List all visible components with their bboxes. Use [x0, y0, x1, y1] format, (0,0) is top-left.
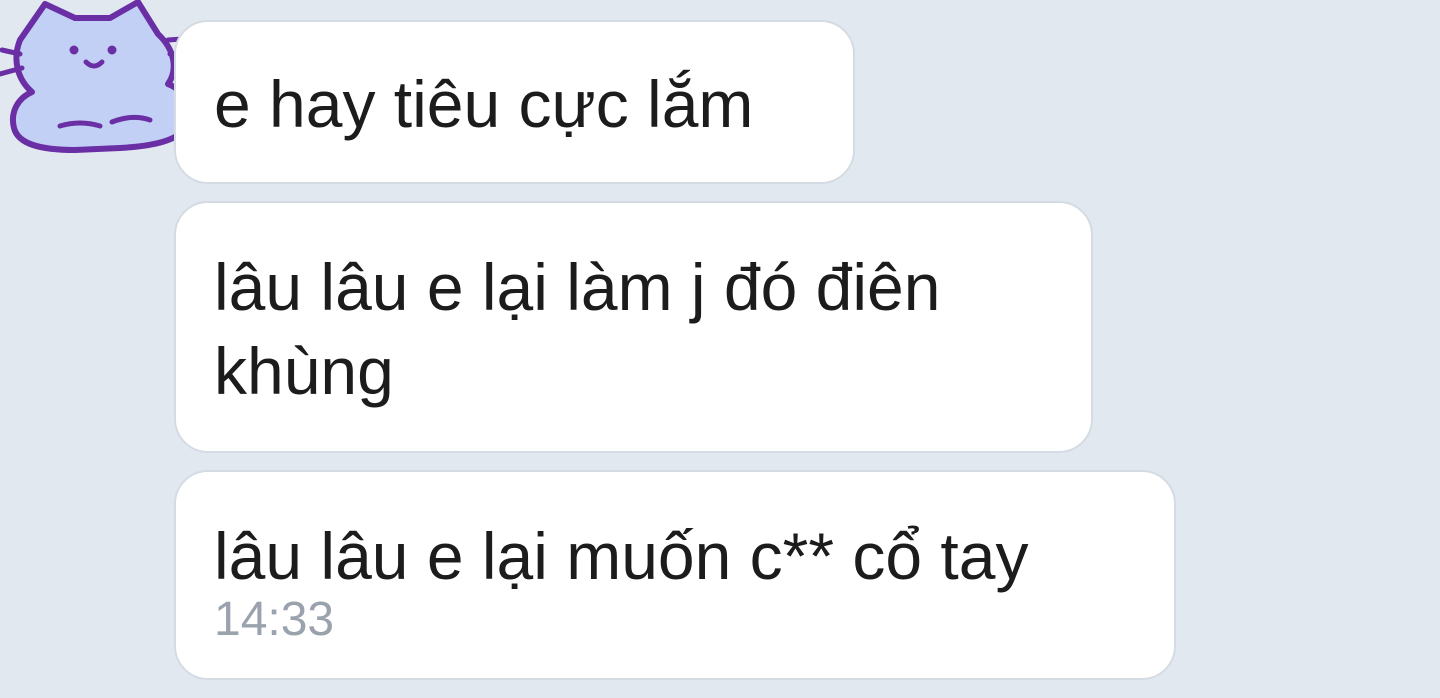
cat-avatar-icon	[0, 0, 199, 153]
sender-avatar[interactable]	[0, 0, 200, 160]
message-timestamp: 14:33	[214, 593, 335, 646]
message-bubble[interactable]: lâu lâu e lại muốn c** cổ tay 14:33	[174, 470, 1176, 680]
message-bubble[interactable]: lâu lâu e lại làm j đó điên khùng	[174, 201, 1093, 453]
message-bubble[interactable]: e hay tiêu cực lắm	[174, 20, 855, 184]
message-text: e hay tiêu cực lắm	[214, 67, 754, 141]
message-text: lâu lâu e lại làm j đó điên khùng	[214, 250, 941, 408]
message-text: lâu lâu e lại muốn c** cổ tay	[214, 519, 1029, 593]
